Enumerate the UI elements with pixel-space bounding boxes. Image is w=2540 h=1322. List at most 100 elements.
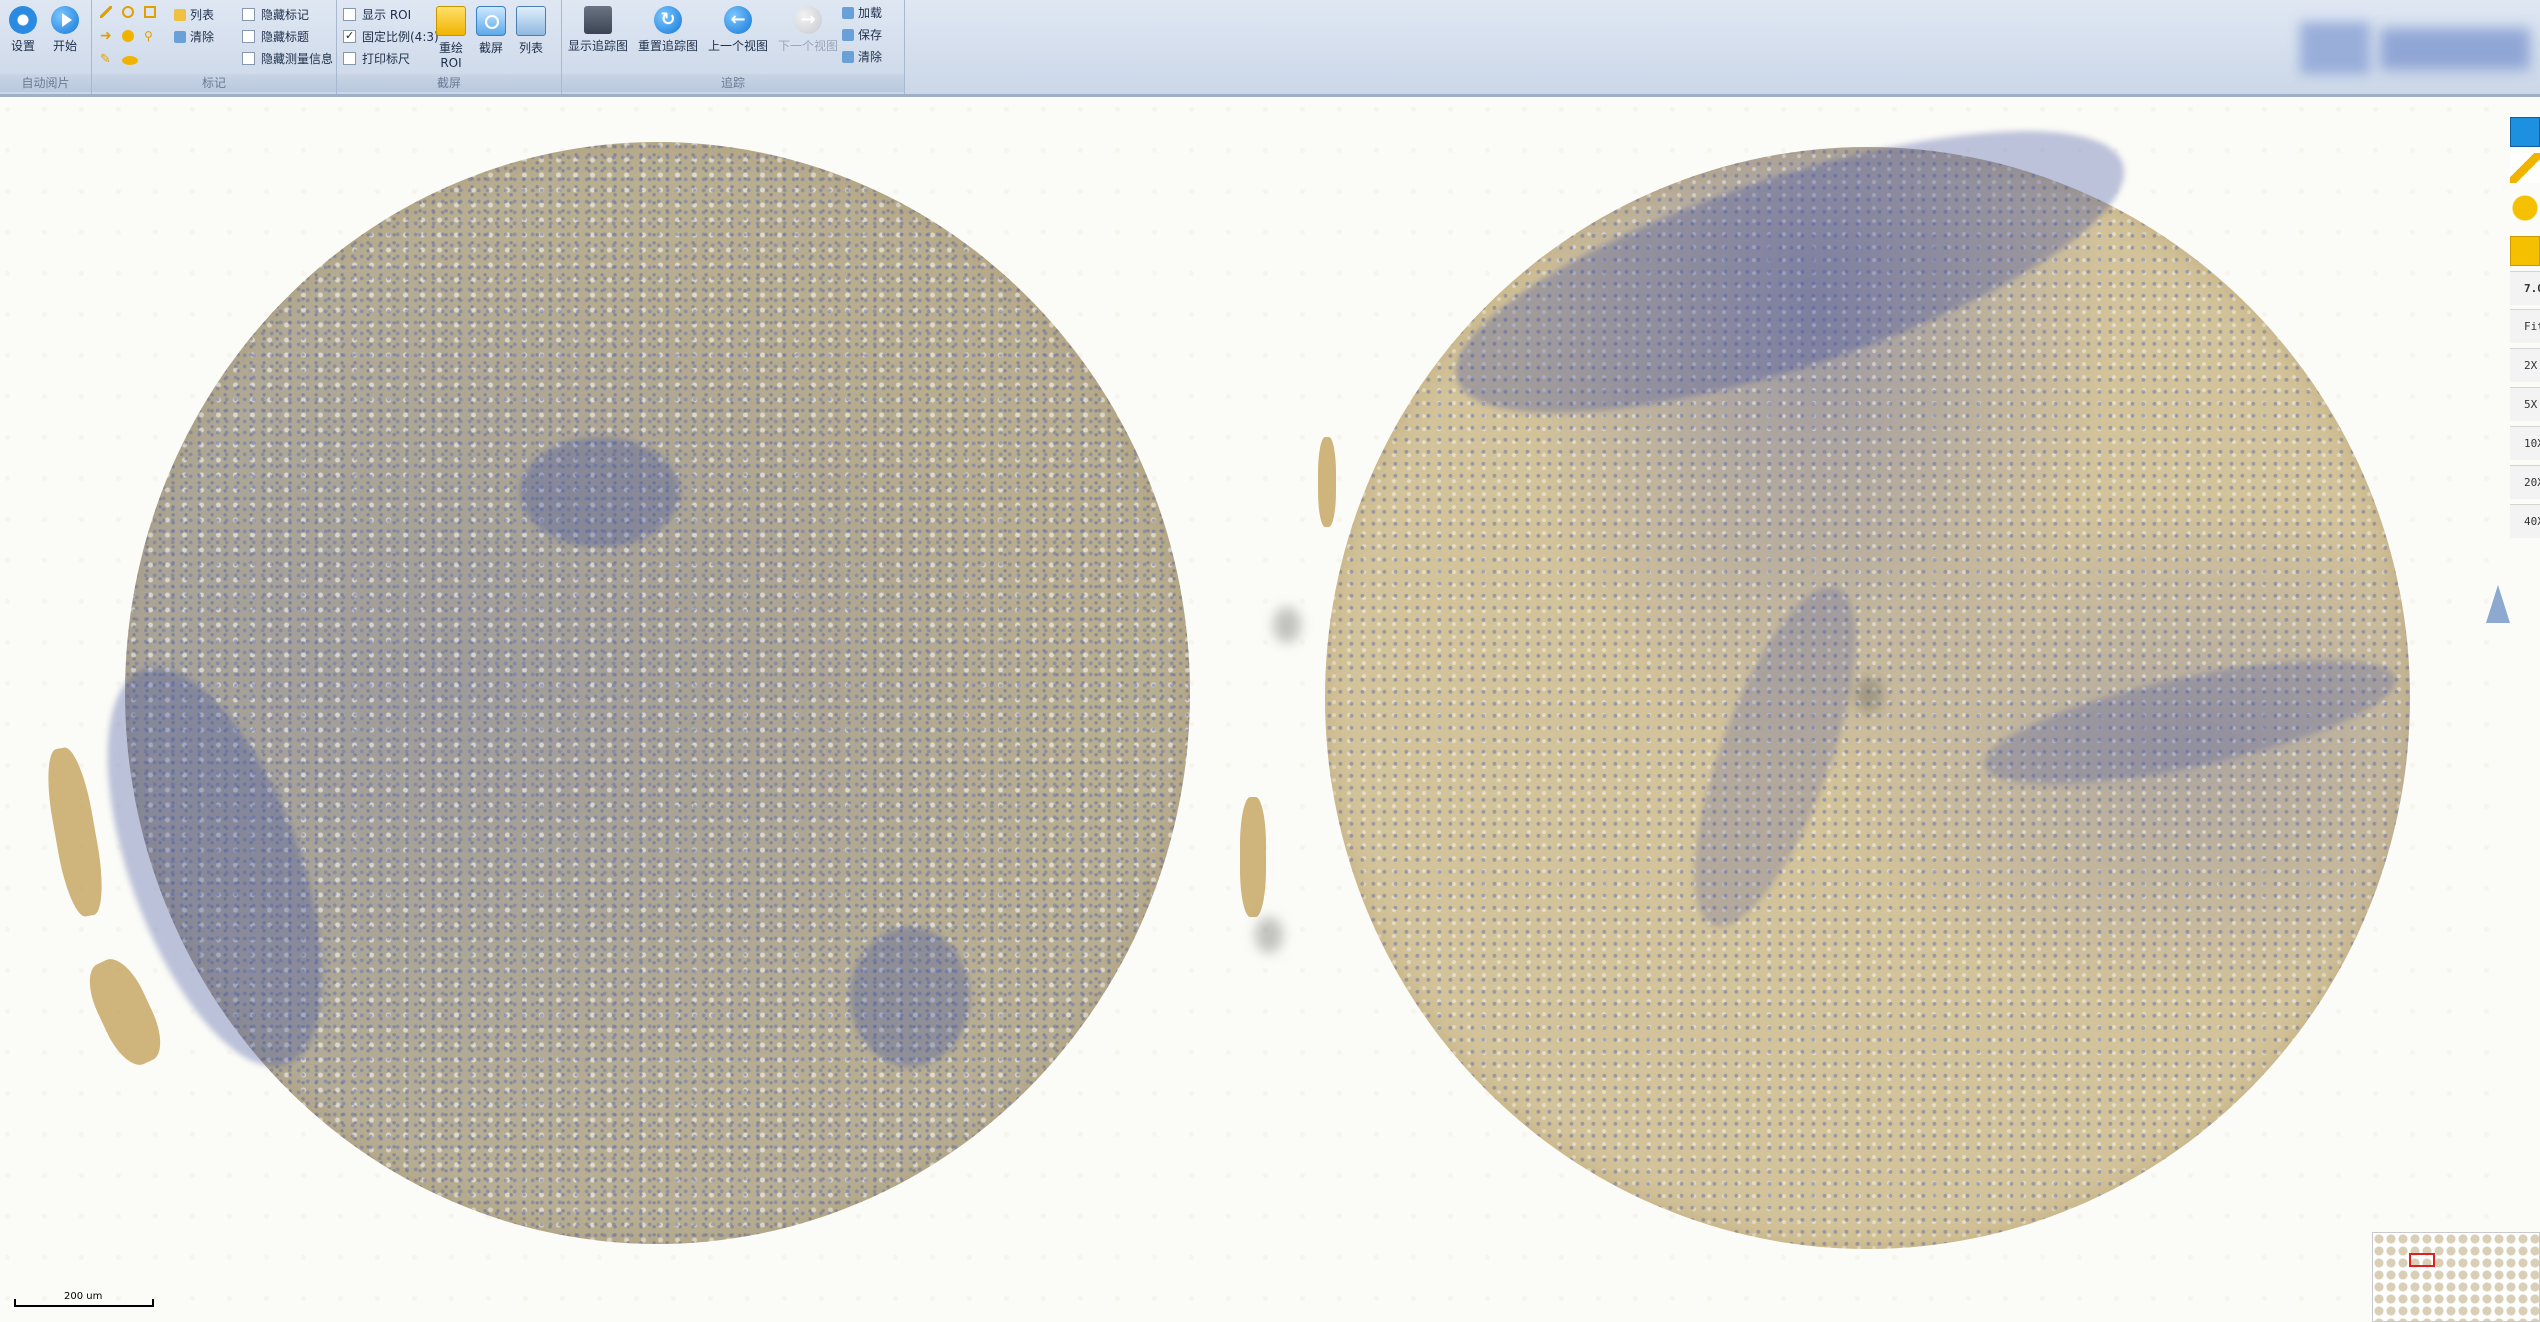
show-track-button[interactable]: 显示追踪图: [564, 6, 632, 54]
dust-smudge: [1255, 917, 1283, 953]
play-icon: [51, 6, 79, 34]
track-clear-button[interactable]: 清除: [842, 48, 882, 66]
dust-smudge: [1273, 607, 1301, 643]
scale-bar-line: [14, 1305, 154, 1307]
slide-minimap[interactable]: [2372, 1232, 2540, 1322]
stroma-patch-center: [520, 437, 680, 547]
select-tool-button[interactable]: [2510, 117, 2540, 147]
reset-track-button[interactable]: 重置追踪图: [634, 6, 702, 54]
next-view-button[interactable]: 下一个视图: [774, 6, 842, 54]
zoom-2x-button[interactable]: 2X: [2510, 348, 2540, 382]
group-tracking: 显示追踪图 重置追踪图 上一个视图 下一个视图 加载 保存 清除 追踪: [562, 0, 905, 94]
settings-label: 设置: [10, 39, 35, 53]
zoom-5x-button[interactable]: 5X: [2510, 387, 2540, 421]
track-save-label: 保存: [858, 28, 883, 42]
fixed-ratio-label: 固定比例(4:3): [362, 30, 439, 44]
tissue-core-left: [125, 142, 1190, 1244]
blurred-logo: [2300, 22, 2370, 74]
show-roi-checkbox[interactable]: 显示 ROI: [343, 6, 411, 24]
line-tool-icon[interactable]: [100, 6, 112, 18]
scale-bar-label: 200 um: [64, 1291, 103, 1302]
group-title-marks: 标记: [92, 74, 336, 92]
track-map-icon: [584, 6, 612, 34]
mark-list-label: 列表: [190, 8, 215, 22]
fixed-ratio-checkbox[interactable]: 固定比例(4:3): [343, 27, 439, 46]
rectangle-tool-button[interactable]: [2510, 236, 2540, 266]
start-button[interactable]: 开始: [42, 6, 88, 54]
hide-measure-check[interactable]: [242, 52, 255, 65]
screenshot-button[interactable]: 截屏: [469, 6, 513, 56]
zoom-level-display: 7.0: [2510, 271, 2540, 305]
pin-tool-icon[interactable]: ⚲: [144, 30, 156, 42]
group-title-tracking: 追踪: [562, 74, 904, 92]
circle-tool-button[interactable]: [2510, 193, 2540, 223]
tissue-fragment-middle: [1240, 797, 1266, 917]
hide-marks-check[interactable]: [242, 8, 255, 21]
zoom-fit-button[interactable]: Fit: [2510, 309, 2540, 343]
screenshot-label: 截屏: [478, 41, 503, 55]
start-label: 开始: [52, 39, 77, 53]
list-icon: [174, 9, 186, 21]
previous-view-label: 上一个视图: [707, 39, 768, 53]
refresh-icon: [654, 6, 682, 34]
zoom-10x-button[interactable]: 10X: [2510, 426, 2540, 460]
dust-smudge: [1855, 677, 1883, 713]
track-save-button[interactable]: 保存: [842, 26, 882, 44]
slide-viewport[interactable]: 200 um: [0, 97, 2510, 1322]
group-screenshot: 显示 ROI 固定比例(4:3) 打印标尺 重绘ROI 截屏 列表 截屏: [337, 0, 562, 94]
camera-icon: [476, 6, 506, 36]
hide-marks-label: 隐藏标记: [261, 8, 310, 22]
print-ruler-label: 打印标尺: [362, 52, 411, 66]
gear-icon: [9, 6, 37, 34]
group-marks: ➜ ⚲ ✎ 列表 清除 隐藏标记 隐藏标题 隐藏测量信息 标记: [92, 0, 337, 94]
track-clear-label: 清除: [858, 50, 883, 64]
previous-view-button[interactable]: 上一个视图: [704, 6, 772, 54]
mark-clear-button[interactable]: 清除: [174, 28, 214, 46]
circle-tool-icon[interactable]: [122, 6, 134, 18]
group-title-auto-read: 自动阅片: [0, 74, 91, 92]
redraw-roi-button[interactable]: 重绘ROI: [429, 6, 473, 70]
load-icon: [842, 7, 854, 19]
print-ruler-check[interactable]: [343, 52, 356, 65]
save-icon: [842, 29, 854, 41]
group-auto-read: 设置 开始 自动阅片: [0, 0, 92, 94]
group-title-screenshot: 截屏: [337, 74, 561, 92]
tissue-fragment-lower-left: [79, 951, 171, 1073]
arrow-left-icon: [724, 6, 752, 34]
rectangle-tool-icon[interactable]: [144, 6, 156, 18]
clear-icon: [174, 31, 186, 43]
ribbon-toolbar: 设置 开始 自动阅片 ➜ ⚲ ✎ 列表 清除 隐藏标记 隐藏标题 隐藏测量信息: [0, 0, 2540, 97]
hide-titles-check[interactable]: [242, 30, 255, 43]
ellipse-tool-icon[interactable]: [122, 56, 138, 65]
freehand-tool-icon[interactable]: ✎: [100, 53, 112, 66]
scale-bar-tick: [14, 1299, 16, 1307]
redraw-roi-label: 重绘ROI: [438, 41, 463, 70]
fixed-ratio-check[interactable]: [343, 27, 356, 45]
point-tool-icon[interactable]: [122, 30, 134, 42]
hide-titles-checkbox[interactable]: 隐藏标题: [242, 28, 309, 46]
screenshot-list-button[interactable]: 列表: [509, 6, 553, 56]
zoom-20x-button[interactable]: 20X: [2510, 465, 2540, 499]
hide-marks-checkbox[interactable]: 隐藏标记: [242, 6, 309, 24]
reset-track-label: 重置追踪图: [637, 39, 698, 53]
clear-icon: [842, 51, 854, 63]
tissue-fragment-left: [40, 744, 110, 920]
settings-button[interactable]: 设置: [0, 6, 46, 54]
gallery-icon: [516, 6, 546, 36]
scale-bar-tick: [152, 1299, 154, 1307]
next-view-label: 下一个视图: [777, 39, 838, 53]
tissue-fragment-edge: [1318, 437, 1336, 527]
screenshot-list-label: 列表: [518, 41, 543, 55]
navigation-arrow-icon[interactable]: [2486, 585, 2510, 623]
show-roi-check[interactable]: [343, 8, 356, 21]
arrow-tool-icon[interactable]: ➜: [100, 29, 112, 43]
mark-list-button[interactable]: 列表: [174, 6, 214, 24]
track-load-button[interactable]: 加载: [842, 4, 882, 22]
pencil-tool-button[interactable]: [2510, 153, 2540, 183]
hide-measure-label: 隐藏测量信息: [261, 52, 334, 66]
print-ruler-checkbox[interactable]: 打印标尺: [343, 50, 410, 68]
hide-measure-checkbox[interactable]: 隐藏测量信息: [242, 50, 333, 68]
minimap-viewport-indicator[interactable]: [2409, 1253, 2435, 1267]
zoom-40x-button[interactable]: 40X: [2510, 504, 2540, 538]
stroma-patch-lower: [850, 927, 970, 1067]
